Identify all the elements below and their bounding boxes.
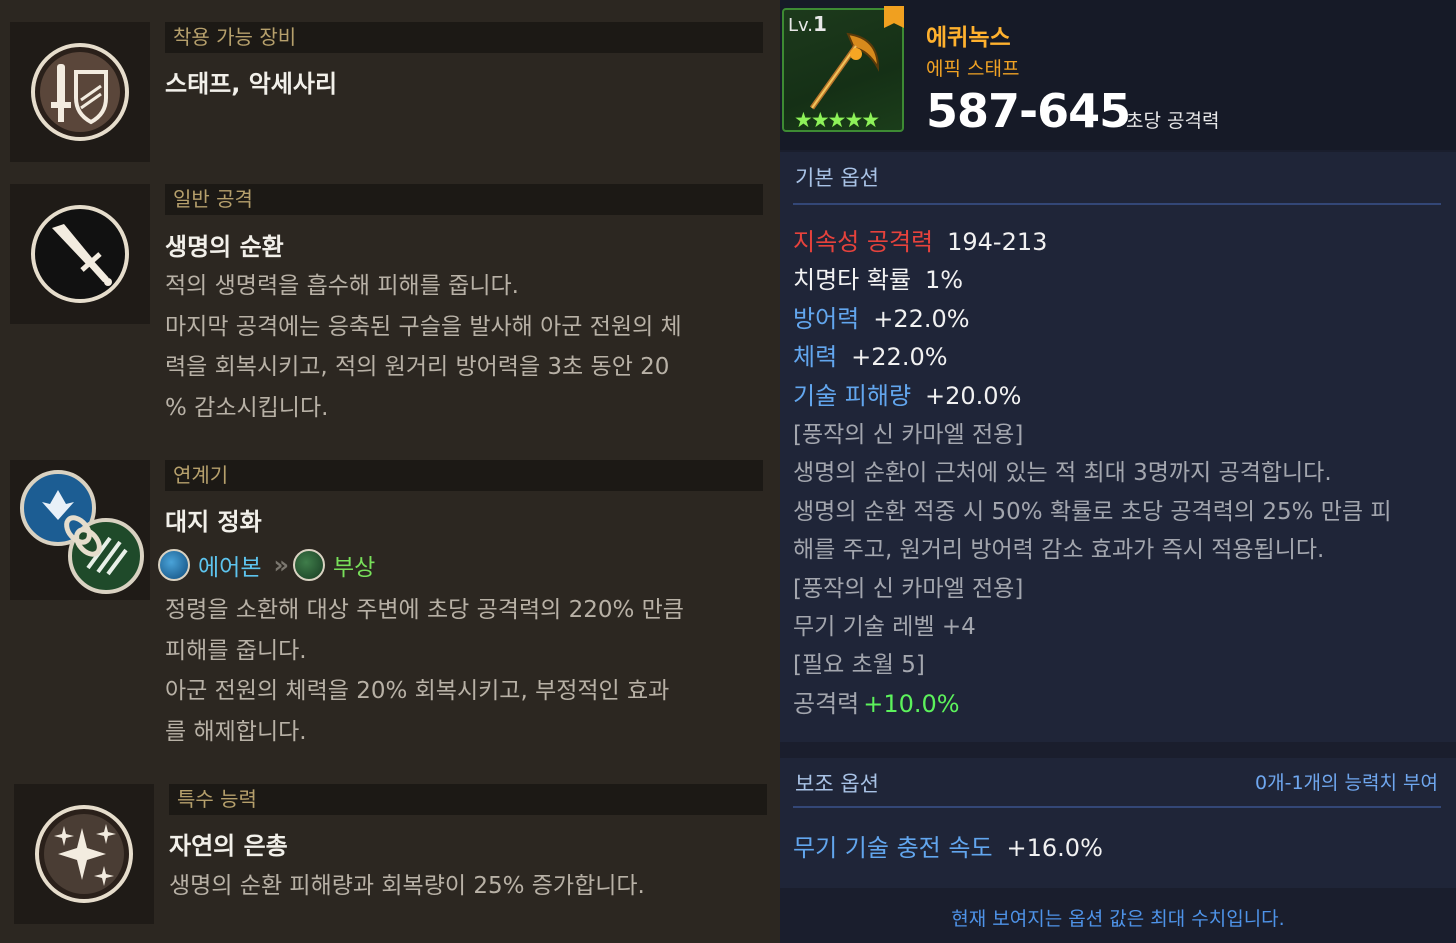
chain-condition: 에어본 » 부상 (158, 548, 383, 582)
stat-key: 공격력 (793, 690, 860, 718)
item-header: Lv.1 ★★★★★ 에퀴녹스 에픽 스태프 587-645 초당 공격력 (780, 0, 1456, 150)
option-note: [필요 초월 5] (793, 652, 925, 678)
option-note: 무기 기술 레벨 +4 (793, 614, 976, 640)
item-damage-label: 초당 공격력 (1126, 110, 1220, 132)
equip-name: 스태프, 악세사리 (165, 70, 338, 98)
basic-attack-icon-box[interactable] (10, 184, 150, 324)
stat-key: 무기 기술 충전 속도 (793, 834, 993, 862)
staff-icon (809, 32, 880, 110)
desc-line: 적의 생명력을 흡수해 피해를 줍니다. (165, 273, 519, 299)
item-type: 에픽 스태프 (926, 58, 1020, 80)
desc-line: 아군 전원의 체력을 20% 회복시키고, 부정적인 효과 (165, 678, 670, 704)
desc-line: 력을 회복시키고, 적의 원거리 방어력을 3초 동안 20 (165, 354, 670, 380)
option-note: 해를 주고, 원거리 방어력 감소 효과가 즉시 적용됩니다. (793, 537, 1325, 563)
special-name: 자연의 은총 (169, 832, 288, 860)
item-tooltip: Lv.1 ★★★★★ 에퀴녹스 에픽 스태프 587-645 초당 공격력 기본… (780, 0, 1456, 943)
basic-attack-desc: 적의 생명력을 흡수해 피해를 줍니다. 마지막 공격에는 응축된 구슬을 발사… (165, 266, 745, 428)
option-note: 생명의 순환이 근처에 있는 적 최대 3명까지 공격합니다. (793, 460, 1332, 486)
stat-row: 방어력 +22.0% (793, 299, 970, 334)
footer-note: 현재 보여지는 옵션 값은 최대 수치입니다. (951, 908, 1285, 930)
chain-skill-icon (20, 470, 144, 594)
chain-from-label: 에어본 (198, 555, 262, 581)
stat-value: 194-213 (947, 228, 1048, 256)
stat-row: 공격력 +10.0% (793, 684, 960, 719)
chain-name: 대지 정화 (165, 508, 262, 536)
option-note: [풍작의 신 카마엘 전용] (793, 422, 1024, 448)
divider (793, 203, 1441, 205)
stat-value: +10.0% (863, 690, 960, 718)
chain-header: 연계기 (165, 460, 763, 491)
desc-line: 정령을 소환해 대상 주변에 초당 공격력의 220% 만큼 (165, 597, 684, 623)
skill-panel: 착용 가능 장비 스태프, 악세사리 일반 공격 생명의 순환 적의 생명력을 … (0, 0, 780, 943)
chevron-right-icon: » (273, 551, 288, 579)
sparkle-icon (35, 805, 133, 903)
divider (793, 806, 1441, 808)
stat-row: 치명타 확률 1% (793, 260, 963, 295)
item-damage: 587-645 (926, 84, 1131, 138)
option-note: 생명의 순환 적중 시 50% 확률로 초당 공격력의 25% 만큼 피 (793, 499, 1392, 525)
injury-icon (293, 549, 325, 581)
basic-options-box: 기본 옵션 지속성 공격력 194-213 치명타 확률 1% 방어력 +22.0% … (780, 152, 1456, 742)
stat-value: +20.0% (925, 382, 1022, 410)
chain-icon-box[interactable] (10, 460, 150, 600)
stat-key: 체력 (793, 343, 838, 371)
desc-line: % 감소시킵니다. (165, 394, 329, 421)
stat-row: 무기 기술 충전 속도 +16.0% (793, 828, 1103, 863)
stat-value: +22.0% (873, 305, 970, 333)
stat-key: 방어력 (793, 305, 860, 333)
stat-key: 지속성 공격력 (793, 228, 934, 256)
sub-options-note: 0개-1개의 능력치 부여 (1255, 772, 1438, 794)
item-name: 에퀴녹스 (926, 25, 1011, 51)
stat-value: 1% (925, 266, 964, 294)
desc-line: 마지막 공격에는 응축된 구슬을 발사해 아군 전원의 체 (165, 313, 682, 340)
stat-row: 체력 +22.0% (793, 337, 948, 372)
special-desc: 생명의 순환 피해량과 회복량이 25% 증가합니다. (169, 866, 749, 907)
stat-row: 기술 피해량 +20.0% (793, 376, 1021, 411)
airborne-icon (158, 549, 190, 581)
option-note: [풍작의 신 카마엘 전용] (793, 576, 1024, 602)
stat-value: +22.0% (851, 343, 948, 371)
sub-options-title: 보조 옵션 (795, 772, 879, 796)
stat-key: 기술 피해량 (793, 382, 912, 410)
desc-line: 생명의 순환 피해량과 회복량이 25% 증가합니다. (169, 873, 645, 899)
stat-value: +16.0% (1006, 834, 1103, 862)
basic-attack-header: 일반 공격 (165, 184, 763, 215)
chain-desc: 정령을 소환해 대상 주변에 초당 공격력의 220% 만큼 피해를 줍니다. … (165, 590, 745, 752)
stat-key: 치명타 확률 (793, 266, 912, 294)
sub-options-box: 보조 옵션 0개-1개의 능력치 부여 무기 기술 충전 속도 +16.0% (780, 758, 1456, 888)
basic-options-title: 기본 옵션 (795, 166, 879, 190)
equip-icon-box (10, 22, 150, 162)
staff-attack-icon (31, 205, 129, 303)
desc-line: 피해를 줍니다. (165, 637, 307, 664)
equip-header: 착용 가능 장비 (165, 22, 763, 53)
chain-to-label: 부상 (333, 555, 376, 581)
sword-shield-icon (31, 43, 129, 141)
stat-row: 지속성 공격력 194-213 (793, 222, 1047, 257)
special-icon-box[interactable] (14, 784, 154, 924)
rarity-stars: ★★★★★ (794, 108, 880, 132)
desc-line: 를 해제합니다. (165, 718, 307, 745)
special-header: 특수 능력 (169, 784, 767, 815)
basic-attack-name: 생명의 순환 (165, 233, 284, 261)
